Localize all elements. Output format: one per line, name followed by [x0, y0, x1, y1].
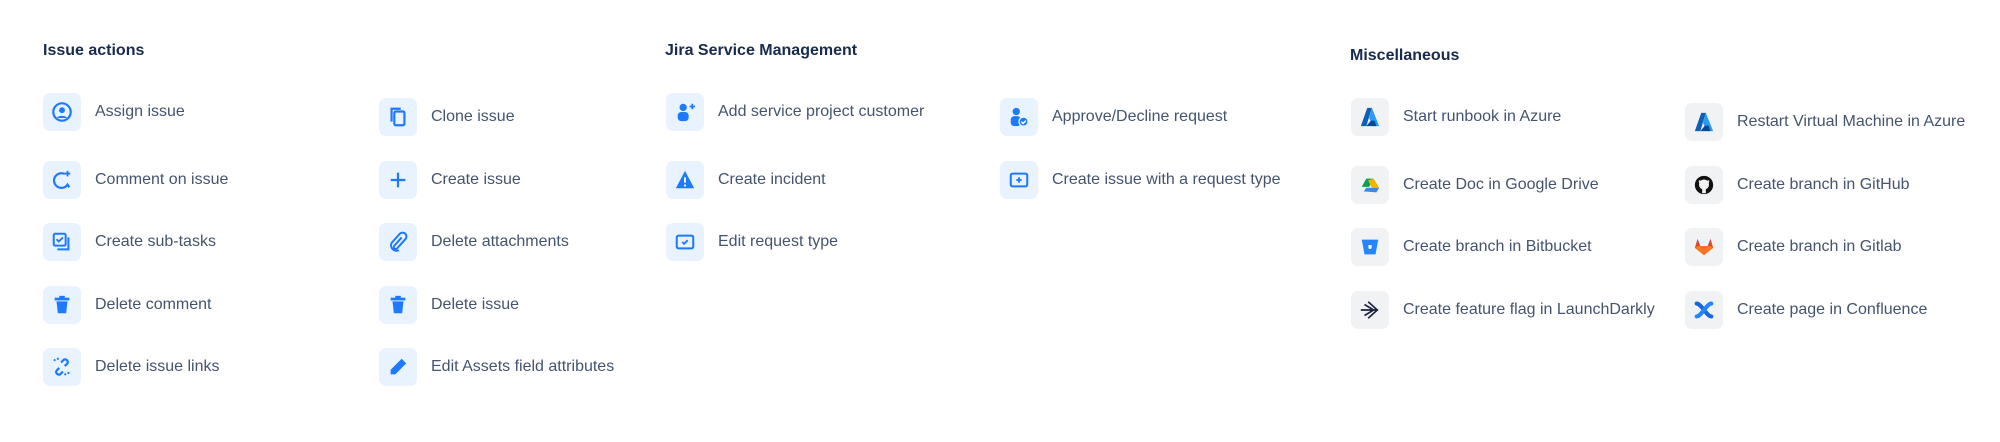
action-item-approve-decline-request[interactable]: Approve/Decline request: [1000, 98, 1227, 136]
action-item-clone-issue[interactable]: Clone issue: [379, 98, 515, 136]
action-item-restart-virtual-machine-in-azure[interactable]: Restart Virtual Machine in Azure: [1685, 103, 1965, 141]
clip-icon: [379, 223, 417, 261]
subtask-icon: [43, 223, 81, 261]
action-item-label: Approve/Decline request: [1052, 108, 1228, 125]
action-item-label: Delete issue: [431, 296, 520, 313]
plus-icon: [379, 161, 417, 199]
action-item-create-feature-flag-in-launchdarkly[interactable]: Create feature flag in LaunchDarkly: [1351, 291, 1655, 329]
azure-icon: [1351, 98, 1389, 136]
action-item-label: Clone issue: [431, 108, 515, 125]
reqtype-icon: [666, 223, 704, 261]
action-item-add-service-project-customer[interactable]: Add service project customer: [666, 93, 924, 131]
section-heading-misc: Miscellaneous: [1350, 47, 1460, 64]
action-item-create-page-in-confluence[interactable]: Create page in Confluence: [1685, 291, 1927, 329]
azure-icon: [1685, 103, 1723, 141]
action-item-label: Delete issue links: [95, 358, 220, 375]
unlink-icon: [43, 348, 81, 386]
action-item-label: Create issue: [431, 171, 521, 188]
action-item-create-issue[interactable]: Create issue: [379, 161, 521, 199]
approve-icon: [1000, 98, 1038, 136]
action-item-label: Create branch in GitHub: [1737, 176, 1910, 193]
action-item-create-incident[interactable]: Create incident: [666, 161, 826, 199]
github-icon: [1685, 166, 1723, 204]
action-item-assign-issue[interactable]: Assign issue: [43, 93, 185, 131]
action-item-label: Restart Virtual Machine in Azure: [1737, 113, 1966, 130]
section-heading-jsm: Jira Service Management: [665, 42, 858, 59]
action-item-label: Add service project customer: [718, 103, 925, 120]
bitbucket-icon: [1351, 228, 1389, 266]
action-item-delete-comment[interactable]: Delete comment: [43, 286, 212, 324]
user-icon: [43, 93, 81, 131]
comment-icon: [43, 161, 81, 199]
gitlab-icon: [1685, 228, 1723, 266]
action-item-label: Create page in Confluence: [1737, 301, 1928, 318]
action-item-label: Edit Assets field attributes: [431, 358, 615, 375]
trash-icon: [43, 286, 81, 324]
action-item-label: Delete attachments: [431, 233, 569, 250]
action-item-edit-assets-field-attributes[interactable]: Edit Assets field attributes: [379, 348, 614, 386]
action-item-create-branch-in-bitbucket[interactable]: Create branch in Bitbucket: [1351, 228, 1592, 266]
action-item-label: Create sub-tasks: [95, 233, 216, 250]
action-item-create-issue-with-a-request-type[interactable]: Create issue with a request type: [1000, 161, 1281, 199]
action-item-label: Edit request type: [718, 233, 839, 250]
action-item-delete-issue-links[interactable]: Delete issue links: [43, 348, 220, 386]
pencil-icon: [379, 348, 417, 386]
action-item-label: Create branch in Bitbucket: [1403, 238, 1592, 255]
action-item-label: Create branch in Gitlab: [1737, 238, 1902, 255]
action-item-label: Assign issue: [95, 103, 185, 120]
action-item-label: Comment on issue: [95, 171, 229, 188]
action-item-delete-issue[interactable]: Delete issue: [379, 286, 519, 324]
warn-icon: [666, 161, 704, 199]
launchdarkly-icon: [1351, 291, 1389, 329]
confluence-icon: [1685, 291, 1723, 329]
action-item-label: Create feature flag in LaunchDarkly: [1403, 301, 1655, 318]
clone-icon: [379, 98, 417, 136]
gdrive-icon: [1351, 166, 1389, 204]
action-item-label: Create incident: [718, 171, 826, 188]
action-item-label: Create Doc in Google Drive: [1403, 176, 1599, 193]
action-item-create-branch-in-github[interactable]: Create branch in GitHub: [1685, 166, 1910, 204]
action-item-start-runbook-in-azure[interactable]: Start runbook in Azure: [1351, 98, 1561, 136]
action-item-label: Create issue with a request type: [1052, 171, 1281, 188]
trash-icon: [379, 286, 417, 324]
action-item-create-branch-in-gitlab[interactable]: Create branch in Gitlab: [1685, 228, 1902, 266]
action-item-label: Delete comment: [95, 296, 212, 313]
reqissue-icon: [1000, 161, 1038, 199]
addperson-icon: [666, 93, 704, 131]
action-item-label: Start runbook in Azure: [1403, 108, 1562, 125]
section-heading-issue-actions: Issue actions: [43, 42, 145, 59]
action-item-create-doc-in-google-drive[interactable]: Create Doc in Google Drive: [1351, 166, 1599, 204]
action-item-create-sub-tasks[interactable]: Create sub-tasks: [43, 223, 216, 261]
action-item-comment-on-issue[interactable]: Comment on issue: [43, 161, 228, 199]
action-item-delete-attachments[interactable]: Delete attachments: [379, 223, 569, 261]
action-item-edit-request-type[interactable]: Edit request type: [666, 223, 838, 261]
